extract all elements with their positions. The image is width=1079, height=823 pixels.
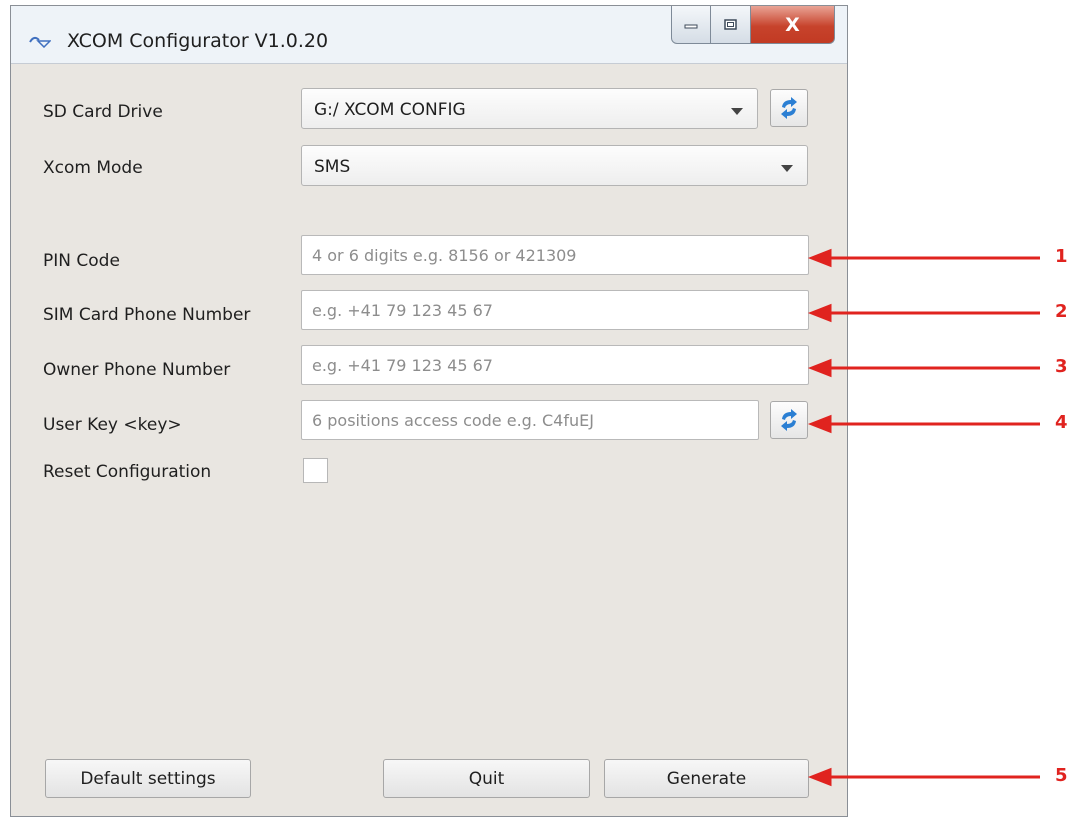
annotation-number-4: 4 — [1055, 412, 1068, 433]
annotation-arrowhead-3 — [807, 358, 832, 378]
annotation-number-3: 3 — [1055, 356, 1068, 377]
annotation-number-2: 2 — [1055, 301, 1068, 322]
annotation-number-5: 5 — [1055, 765, 1068, 786]
annotation-number-1: 1 — [1055, 246, 1068, 267]
annotation-arrows — [807, 248, 1040, 787]
annotation-arrowhead-1 — [807, 248, 832, 268]
annotation-arrowhead-4 — [807, 414, 832, 434]
annotation-arrowhead-5 — [807, 767, 832, 787]
annotation-arrowhead-2 — [807, 303, 832, 323]
